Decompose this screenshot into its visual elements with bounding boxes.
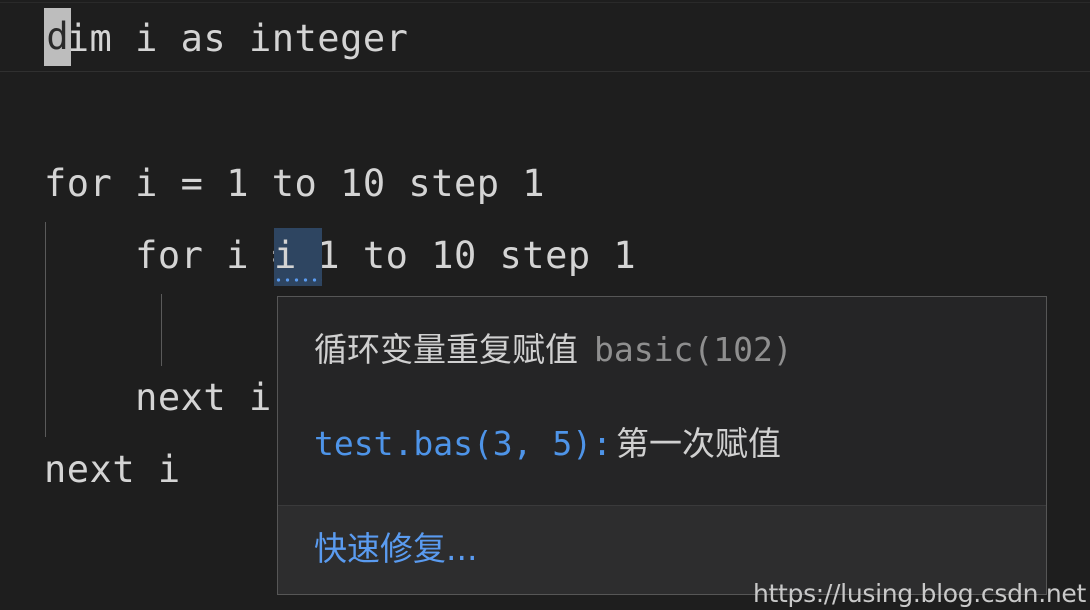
code-line-1[interactable]: dim i as integer (44, 4, 408, 74)
quick-fix-link[interactable]: 快速修复... (314, 522, 477, 570)
code-line-4[interactable]: for i = 1 to 10 step 1 (44, 221, 636, 291)
code-line-3[interactable]: for i = 1 to 10 step 1 (44, 149, 545, 219)
diagnostic-hover-tooltip[interactable]: 循环变量重复赋值 basic(102) test.bas(3, 5): 第一次赋… (277, 296, 1047, 595)
indent-guide-level-2 (161, 294, 162, 366)
tooltip-body: 循环变量重复赋值 basic(102) test.bas(3, 5): 第一次赋… (278, 297, 1046, 505)
code-line-6[interactable]: next i (44, 363, 272, 433)
indent-guide-level-1 (45, 222, 46, 437)
watermark-url: https://lusing.blog.csdn.net (752, 579, 1086, 608)
tooltip-diagnostic-code: basic(102) (594, 330, 793, 369)
tooltip-detail-row: test.bas(3, 5): 第一次赋值 (278, 371, 1046, 465)
tooltip-message-row: 循环变量重复赋值 basic(102) (278, 297, 1046, 371)
tooltip-location-link[interactable]: test.bas(3, 5): (314, 424, 612, 463)
tooltip-message-text: 循环变量重复赋值 (314, 330, 578, 369)
code-line-7[interactable]: next i (44, 435, 181, 505)
editor-screenshot: dim i as integer for i = 1 to 10 step 1 … (0, 0, 1090, 610)
tooltip-detail-text: 第一次赋值 (616, 424, 782, 463)
highlighted-identifier-text: i (274, 234, 297, 277)
current-line-top-border (0, 2, 1090, 3)
text-cursor-char: d (46, 15, 69, 58)
